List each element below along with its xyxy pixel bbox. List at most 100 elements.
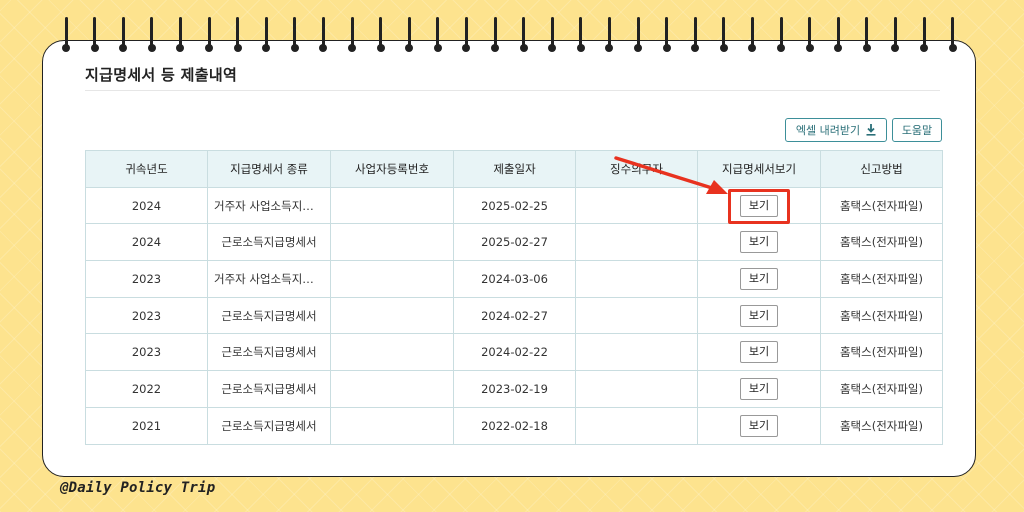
binding-ring	[777, 17, 785, 57]
binding-ring	[205, 17, 213, 57]
binding-ring	[491, 17, 499, 57]
binding-ring	[691, 17, 700, 57]
binding-ring	[719, 17, 728, 57]
cell-date: 2024-03-06	[453, 260, 576, 298]
cell-method: 홈택스(전자파일)	[820, 296, 943, 335]
binding-ring	[662, 17, 671, 57]
cell-type: 근로소득지급명세서	[207, 370, 331, 408]
page-title: 지급명세서 등 제출내역	[85, 66, 238, 84]
binding-ring	[176, 17, 185, 57]
binding-ring	[920, 17, 928, 57]
cell-bizno	[330, 223, 454, 262]
cell-view: 보기	[697, 260, 821, 298]
cell-method: 홈택스(전자파일)	[820, 186, 943, 225]
table-row: 2021 근로소득지급명세서 2022-02-18 보기 홈택스(전자파일)	[85, 406, 943, 445]
binding-ring	[462, 17, 471, 57]
cell-method: 홈택스(전자파일)	[820, 260, 943, 298]
cell-date: 2022-02-18	[453, 406, 576, 445]
table-row: 2023 거주자 사업소득지… 2024-03-06 보기 홈택스(전자파일)	[85, 260, 943, 298]
binding-ring	[605, 17, 614, 57]
cell-date: 2024-02-27	[453, 296, 576, 335]
binding-ring	[376, 17, 385, 57]
binding-ring	[433, 17, 442, 57]
cell-date: 2025-02-27	[453, 223, 576, 262]
cell-view: 보기	[697, 370, 821, 408]
cell-year: 2022	[85, 370, 208, 408]
binding-ring	[290, 17, 299, 57]
binding-ring	[862, 17, 871, 57]
view-button[interactable]: 보기	[740, 377, 778, 400]
cell-bizno	[330, 296, 454, 335]
view-button[interactable]: 보기	[740, 231, 778, 254]
cell-type: 근로소득지급명세서	[207, 333, 331, 372]
table-row: 2022 근로소득지급명세서 2023-02-19 보기 홈택스(전자파일)	[85, 370, 943, 408]
cell-year: 2024	[85, 186, 208, 225]
cell-method: 홈택스(전자파일)	[820, 406, 943, 445]
table-row: 2024 근로소득지급명세서 2025-02-27 보기 홈택스(전자파일)	[85, 223, 943, 262]
table-row: 2023 근로소득지급명세서 2024-02-22 보기 홈택스(전자파일)	[85, 333, 943, 372]
binding-ring	[62, 17, 70, 57]
view-button[interactable]: 보기	[740, 267, 778, 290]
red-arrow-annotation	[614, 156, 728, 194]
help-button[interactable]: 도움말	[892, 118, 942, 142]
view-button[interactable]: 보기	[740, 341, 778, 364]
cell-year: 2023	[85, 260, 208, 298]
binding-ring	[748, 17, 757, 57]
binding-ring	[576, 17, 585, 57]
cell-type: 근로소득지급명세서	[207, 223, 331, 262]
view-button[interactable]: 보기	[740, 414, 778, 437]
binding-ring	[233, 17, 242, 57]
cell-payer	[575, 333, 698, 372]
cell-payer	[575, 260, 698, 298]
cell-type: 거주자 사업소득지…	[207, 260, 331, 298]
binding-ring	[891, 17, 900, 57]
table-header-row: 귀속년도 지급명세서 종류 사업자등록번호 제출일자 징수의무자 지급명세서보기…	[85, 150, 943, 188]
header-type: 지급명세서 종류	[207, 150, 331, 188]
cell-bizno	[330, 406, 454, 445]
cell-bizno	[330, 260, 454, 298]
table-row: 2023 근로소득지급명세서 2024-02-27 보기 홈택스(전자파일)	[85, 296, 943, 335]
binding-ring	[805, 17, 814, 57]
cell-method: 홈택스(전자파일)	[820, 333, 943, 372]
cell-year: 2021	[85, 406, 208, 445]
table-row: 2024 거주자 사업소득지… 2025-02-25 보기 홈택스(전자파일)	[85, 186, 943, 225]
view-button[interactable]: 보기	[740, 304, 778, 327]
binding-ring	[319, 17, 328, 57]
download-icon	[866, 124, 876, 136]
help-label: 도움말	[901, 124, 933, 137]
cell-view: 보기	[697, 333, 821, 372]
binding-ring	[262, 17, 271, 57]
cell-bizno	[330, 370, 454, 408]
cell-payer	[575, 223, 698, 262]
cell-year: 2023	[85, 333, 208, 372]
binding-ring	[119, 17, 128, 57]
cell-date: 2023-02-19	[453, 370, 576, 408]
cell-type: 거주자 사업소득지…	[207, 186, 331, 225]
watermark: @Daily Policy Trip	[60, 480, 216, 496]
excel-download-button[interactable]: 엑셀 내려받기	[785, 118, 887, 142]
spiral-binding	[62, 17, 958, 57]
cell-year: 2023	[85, 296, 208, 335]
cell-view: 보기	[697, 296, 821, 335]
binding-ring	[948, 17, 957, 57]
cell-view: 보기	[697, 223, 821, 262]
cell-payer	[575, 296, 698, 335]
cell-type: 근로소득지급명세서	[207, 296, 331, 335]
cell-payer	[575, 406, 698, 445]
cell-view: 보기	[697, 406, 821, 445]
title-divider	[85, 90, 940, 91]
header-bizno: 사업자등록번호	[330, 150, 454, 188]
binding-ring	[519, 17, 528, 57]
binding-ring	[634, 17, 642, 57]
header-method: 신고방법	[820, 150, 943, 188]
cell-type: 근로소득지급명세서	[207, 406, 331, 445]
submission-history-table: 귀속년도 지급명세서 종류 사업자등록번호 제출일자 징수의무자 지급명세서보기…	[85, 150, 943, 445]
cell-year: 2024	[85, 223, 208, 262]
binding-ring	[348, 17, 356, 57]
binding-ring	[548, 17, 557, 57]
cell-date: 2024-02-22	[453, 333, 576, 372]
excel-download-label: 엑셀 내려받기	[795, 124, 861, 137]
cell-bizno	[330, 333, 454, 372]
header-date: 제출일자	[453, 150, 576, 188]
cell-payer	[575, 370, 698, 408]
